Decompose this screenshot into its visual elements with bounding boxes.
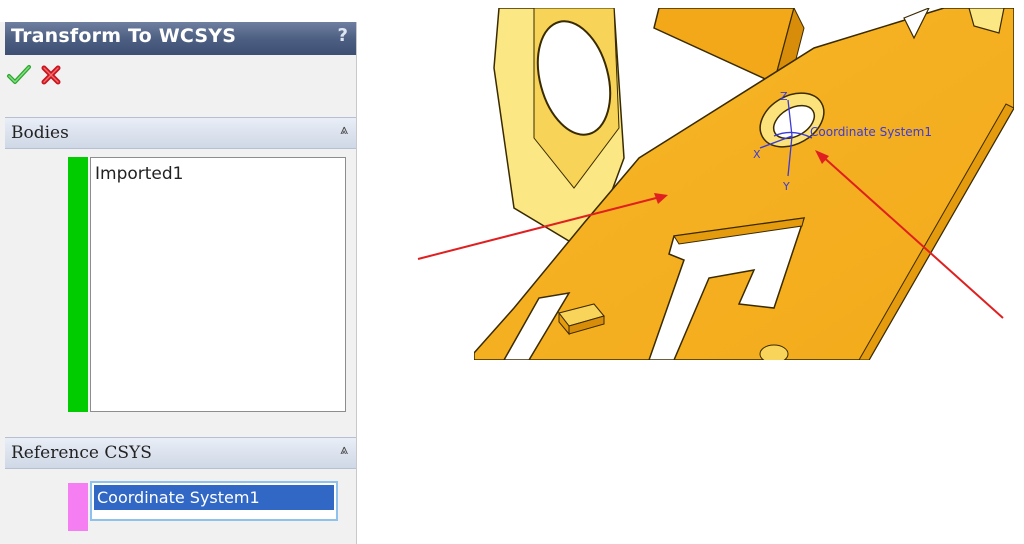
csys-name-label[interactable]: Coordinate System1 [810, 125, 932, 139]
x-icon [41, 65, 61, 85]
csys-color-swatch [68, 483, 88, 531]
ok-button[interactable] [6, 62, 32, 88]
bodies-section-label: Bodies [11, 123, 69, 143]
title-bar: Transform To WCSYS ? [5, 22, 356, 55]
collapse-chevron-icon[interactable]: ⩓ [340, 442, 348, 458]
bodies-section-header[interactable]: Bodies ⩓ [5, 117, 356, 149]
panel-title: Transform To WCSYS [11, 25, 237, 47]
checkmark-icon [7, 65, 31, 84]
selected-csys-item[interactable]: Coordinate System1 [94, 485, 334, 510]
reference-csys-section-header[interactable]: Reference CSYS ⩓ [5, 437, 356, 469]
csys-y-label: Y [782, 180, 790, 193]
part-render: Z X Y Coordinate System1 [474, 8, 1014, 360]
property-manager-panel: Transform To WCSYS ? Bodies ⩓ Imported1 … [0, 22, 357, 544]
cancel-button[interactable] [38, 62, 64, 88]
help-icon[interactable]: ? [338, 25, 348, 46]
reference-csys-section-label: Reference CSYS [11, 443, 152, 463]
bodies-listbox[interactable]: Imported1 [90, 157, 346, 412]
csys-x-label: X [753, 148, 761, 161]
bodies-color-swatch [68, 157, 88, 412]
reference-csys-field[interactable]: Coordinate System1 [90, 481, 338, 521]
list-item[interactable]: Imported1 [95, 164, 184, 184]
reference-csys-section-body: Coordinate System1 [5, 481, 356, 531]
csys-z-label: Z [780, 90, 788, 103]
bodies-section-body: Imported1 [5, 149, 356, 429]
graphics-viewport[interactable]: Z X Y Coordinate System1 [474, 8, 1014, 360]
collapse-chevron-icon[interactable]: ⩓ [340, 122, 348, 138]
